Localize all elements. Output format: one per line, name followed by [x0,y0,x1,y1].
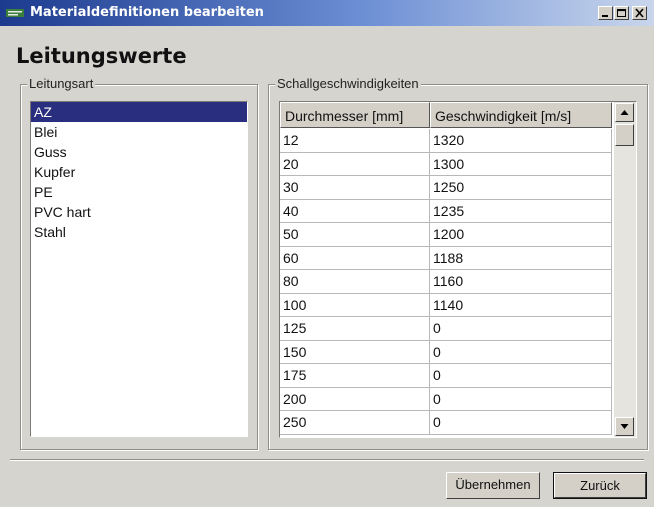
cell-durchmesser[interactable]: 50 [280,223,430,247]
close-button[interactable] [632,6,647,20]
schall-legend: Schallgeschwindigkeiten [275,76,421,91]
cell-durchmesser[interactable]: 60 [280,246,430,270]
leitungsart-list[interactable]: AZ Blei Guss Kupfer PE PVC hart Stahl [30,101,248,437]
cell-geschwindigkeit[interactable]: 1160 [430,270,612,294]
table-row[interactable]: 175 0 [280,364,612,388]
cell-durchmesser[interactable]: 250 [280,411,430,435]
table-row[interactable]: 12 1320 [280,129,612,153]
scroll-down-button[interactable] [615,417,634,436]
schall-table[interactable]: Durchmesser [mm] Geschwindigkeit [m/s] 1… [279,101,637,438]
cell-geschwindigkeit[interactable]: 0 [430,387,612,411]
table-header: Durchmesser [mm] Geschwindigkeit [m/s] [280,102,612,128]
table-body: 12 1320 20 1300 30 1250 40 1235 50 1200 60 1188 80 11… [280,129,612,435]
table-row[interactable]: 150 0 [280,340,612,364]
cell-geschwindigkeit[interactable]: 0 [430,411,612,435]
cell-geschwindigkeit[interactable]: 1250 [430,176,612,200]
cell-durchmesser[interactable]: 80 [280,270,430,294]
window-title: Materialdefinitionen bearbeiten [30,5,264,20]
list-item[interactable]: Kupfer [31,162,247,182]
cell-geschwindigkeit[interactable]: 1320 [430,129,612,153]
minimize-button[interactable] [598,6,613,20]
list-item[interactable]: Blei [31,122,247,142]
maximize-button[interactable] [614,6,629,20]
cell-durchmesser[interactable]: 175 [280,364,430,388]
page-title: Leitungswerte [16,44,187,68]
cell-geschwindigkeit[interactable]: 0 [430,317,612,341]
cell-geschwindigkeit[interactable]: 1235 [430,199,612,223]
divider [10,459,644,461]
list-item[interactable]: PVC hart [31,202,247,222]
table-row[interactable]: 60 1188 [280,246,612,270]
cell-geschwindigkeit[interactable]: 1200 [430,223,612,247]
leitungsart-legend: Leitungsart [27,76,96,91]
table-row[interactable]: 125 0 [280,317,612,341]
table-row[interactable]: 30 1250 [280,176,612,200]
table-row[interactable]: 250 0 [280,411,612,435]
app-icon [6,7,24,19]
list-item[interactable]: AZ [31,102,247,122]
cell-durchmesser[interactable]: 200 [280,387,430,411]
table-row[interactable]: 200 0 [280,387,612,411]
cell-geschwindigkeit[interactable]: 0 [430,364,612,388]
table-row[interactable]: 40 1235 [280,199,612,223]
title-bar[interactable]: Materialdefinitionen bearbeiten [0,0,654,26]
list-item[interactable]: Guss [31,142,247,162]
vertical-scrollbar[interactable] [614,102,636,437]
cell-durchmesser[interactable]: 30 [280,176,430,200]
scroll-up-button[interactable] [615,103,634,122]
cell-durchmesser[interactable]: 100 [280,293,430,317]
cell-geschwindigkeit[interactable]: 0 [430,340,612,364]
cell-geschwindigkeit[interactable]: 1140 [430,293,612,317]
cell-geschwindigkeit[interactable]: 1188 [430,246,612,270]
column-header-durchmesser[interactable]: Durchmesser [mm] [280,102,430,128]
list-item[interactable]: Stahl [31,222,247,242]
cell-durchmesser[interactable]: 150 [280,340,430,364]
list-item[interactable]: PE [31,182,247,202]
scroll-thumb[interactable] [615,124,634,146]
table-row[interactable]: 50 1200 [280,223,612,247]
column-header-geschwindigkeit[interactable]: Geschwindigkeit [m/s] [430,102,612,128]
cell-durchmesser[interactable]: 125 [280,317,430,341]
back-button[interactable]: Zurück [553,472,647,499]
cell-geschwindigkeit[interactable]: 1300 [430,152,612,176]
table-row[interactable]: 100 1140 [280,293,612,317]
apply-button[interactable]: Übernehmen [446,472,540,499]
table-row[interactable]: 20 1300 [280,152,612,176]
table-row[interactable]: 80 1160 [280,270,612,294]
cell-durchmesser[interactable]: 12 [280,129,430,153]
cell-durchmesser[interactable]: 40 [280,199,430,223]
cell-durchmesser[interactable]: 20 [280,152,430,176]
